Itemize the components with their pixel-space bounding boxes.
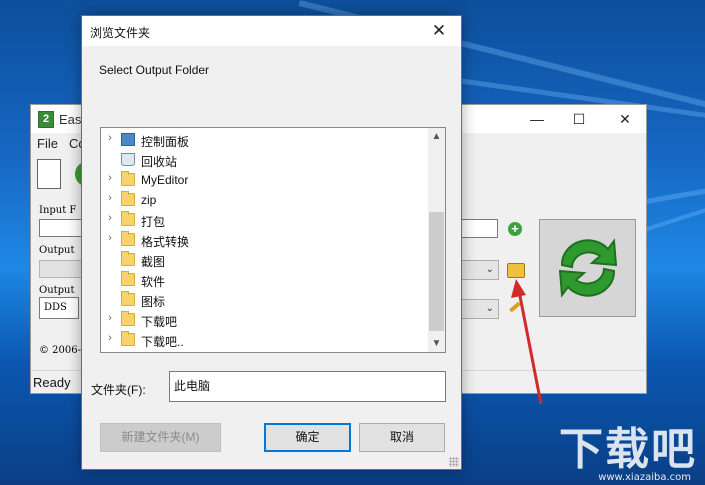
tree-item[interactable]: › 下载吧 [101, 310, 431, 330]
folder-icon [121, 191, 135, 206]
format-select[interactable]: DDS [39, 297, 79, 319]
tree-item[interactable]: › 下载吧.. [101, 330, 431, 350]
folder-icon [121, 231, 135, 246]
copyright-text: © 2006- [39, 345, 82, 356]
watermark-logo: 下载吧 [559, 424, 697, 475]
output-format-label: Output [39, 285, 75, 296]
recycle-bin-icon [121, 153, 135, 166]
refresh-icon [558, 238, 617, 298]
tree-item[interactable]: › 打包 [101, 210, 431, 230]
folder-icon [121, 311, 135, 326]
expand-chevron-icon[interactable]: › [105, 192, 115, 204]
dialog-close-button[interactable]: ✕ [417, 16, 461, 46]
cancel-button[interactable]: 取消 [359, 423, 445, 452]
tree-item-label: zip [141, 193, 157, 207]
folder-icon [121, 291, 135, 306]
control-panel-icon [121, 133, 135, 146]
tree-item-label: 下载吧.. [141, 335, 184, 349]
scrollbar-thumb[interactable] [429, 212, 444, 331]
dialog-description: Select Output Folder [99, 63, 210, 77]
folder-icon [121, 211, 135, 226]
input-file-field[interactable] [39, 219, 84, 237]
expand-chevron-icon[interactable]: › [105, 332, 115, 344]
expand-chevron-icon[interactable]: › [105, 132, 115, 144]
app-logo-icon: 2 [38, 111, 54, 128]
watermark-url: www.xiazaiba.com [598, 472, 691, 483]
folder-icon [121, 251, 135, 266]
tree-item[interactable]: 截图 [101, 250, 431, 270]
add-icon[interactable]: + [508, 222, 522, 236]
tree-item[interactable]: 回收站 [101, 150, 431, 170]
folder-tree[interactable]: › 控制面板 回收站 › MyEditor › zip › 打包 › 格式转换 [100, 127, 446, 353]
tree-item-label: 下载吧 [141, 315, 178, 329]
folder-icon [121, 331, 135, 346]
menu-file[interactable]: File [37, 136, 58, 151]
tree-item-label: 软件 [141, 275, 166, 289]
scroll-up-icon[interactable]: ▲ [428, 128, 445, 145]
tree-item-label: 格式转换 [141, 235, 190, 249]
input-path-field[interactable] [461, 219, 498, 238]
resize-grip-icon[interactable] [449, 457, 459, 467]
pencil-icon[interactable] [509, 301, 521, 313]
browse-folder-dialog: 浏览文件夹 ✕ Select Output Folder › 控制面板 回收站 … [81, 15, 462, 470]
tree-item-label: 回收站 [141, 155, 178, 169]
new-folder-button[interactable]: 新建文件夹(M) [100, 423, 221, 452]
tree-item[interactable]: 图标 [101, 290, 431, 310]
tree-item-label: 图标 [141, 295, 166, 309]
minimize-button[interactable]: — [514, 105, 560, 133]
tree-item-label: 打包 [141, 215, 166, 229]
folder-path-input[interactable]: 此电脑 [169, 371, 446, 402]
expand-chevron-icon[interactable]: › [105, 212, 115, 224]
maximize-button[interactable]: ☐ [556, 105, 602, 133]
open-folder-icon[interactable] [507, 263, 525, 278]
ok-button[interactable]: 确定 [264, 423, 351, 452]
expand-chevron-icon[interactable]: › [105, 172, 115, 184]
close-button[interactable]: ✕ [602, 105, 648, 133]
dialog-titlebar: 浏览文件夹 ✕ [82, 16, 461, 46]
folder-field-label: 文件夹(F): [91, 383, 146, 397]
tree-item-label: 控制面板 [141, 135, 190, 149]
output-label: Output [39, 245, 75, 256]
tree-item[interactable]: › 控制面板 [101, 130, 431, 150]
input-label: Input F [39, 205, 77, 216]
status-text: Ready [33, 375, 71, 390]
expand-chevron-icon[interactable]: › [105, 312, 115, 324]
output-field[interactable] [39, 260, 84, 278]
tree-item-label: MyEditor [141, 173, 189, 187]
folder-icon [121, 171, 135, 186]
format-dropdown[interactable]: ⌄ [461, 299, 499, 319]
tree-item[interactable]: 软件 [101, 270, 431, 290]
folder-icon [121, 271, 135, 286]
tree-item[interactable]: › zip [101, 190, 431, 210]
convert-button[interactable] [539, 219, 636, 317]
tree-scrollbar[interactable]: ▲ ▼ [428, 128, 445, 352]
expand-chevron-icon[interactable]: › [105, 232, 115, 244]
tree-item[interactable]: › MyEditor [101, 170, 431, 190]
tree-item[interactable]: › 格式转换 [101, 230, 431, 250]
scroll-down-icon[interactable]: ▼ [428, 335, 445, 352]
output-dropdown[interactable]: ⌄ [461, 260, 499, 280]
dialog-title: 浏览文件夹 [90, 26, 151, 40]
tree-item-label: 截图 [141, 255, 166, 269]
new-document-icon[interactable] [37, 159, 61, 189]
